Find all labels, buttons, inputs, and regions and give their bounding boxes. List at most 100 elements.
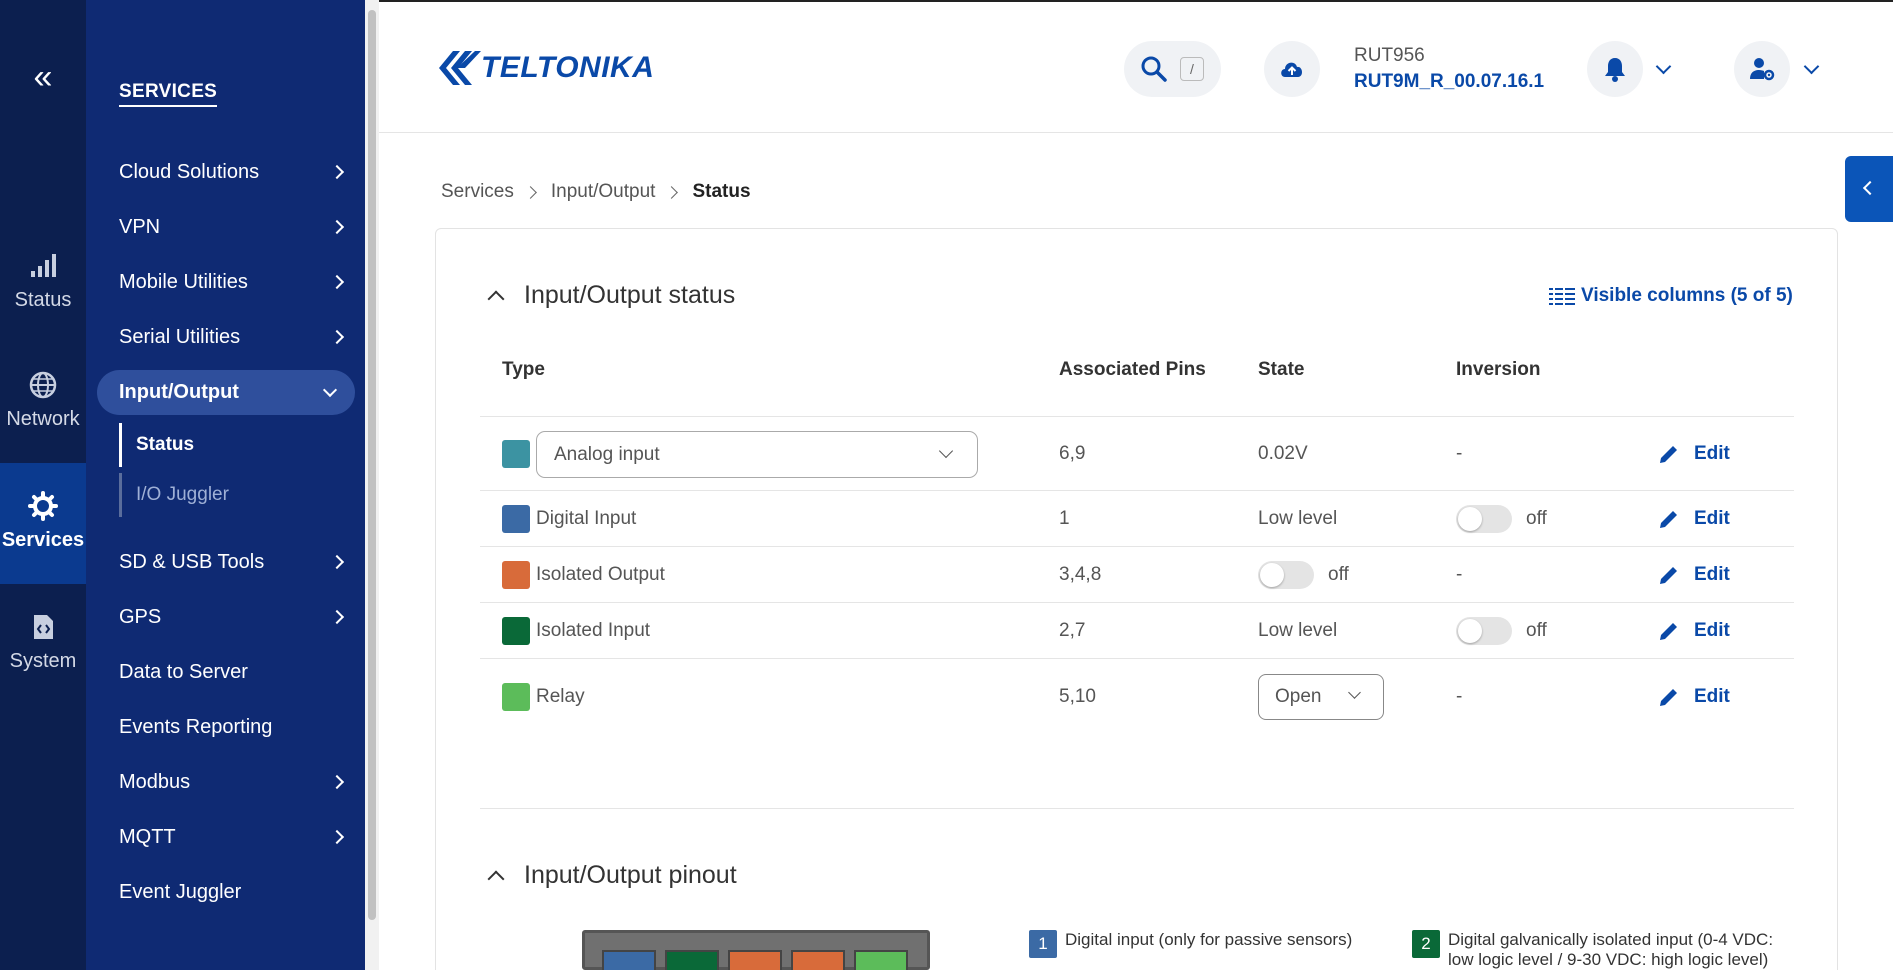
chevron-up-icon <box>487 290 505 307</box>
io-card: Input/Output status Visible columns (5 o… <box>435 228 1838 970</box>
sidebar-item-label: Data to Server <box>119 660 248 683</box>
sidebar-item-data-to-server[interactable]: Data to Server <box>119 650 354 694</box>
sidebar-item-label: Cloud Solutions <box>119 160 260 183</box>
color-swatch <box>502 682 530 711</box>
rail-item-system[interactable]: System <box>0 584 86 705</box>
sidebar-item-events-reporting[interactable]: Events Reporting <box>119 705 354 749</box>
sidebar-item-label: SD & USB Tools <box>119 550 265 573</box>
type-cell: Isolated Output <box>502 547 665 602</box>
section-title: Input/Output status <box>524 281 736 309</box>
color-swatch <box>502 616 530 645</box>
sidebar-item-label: Events Reporting <box>119 715 273 738</box>
sidebar-item-event-juggler[interactable]: Event Juggler <box>119 870 354 914</box>
side-panel-toggle[interactable] <box>1845 156 1893 222</box>
breadcrumb-separator-icon <box>523 185 537 199</box>
type-cell: Isolated Input <box>502 603 650 658</box>
search-button[interactable]: / <box>1124 41 1221 97</box>
edit-label: Edit <box>1694 685 1730 707</box>
user-menu-chevron-down-icon[interactable] <box>1803 58 1820 75</box>
scrollbar-thumb[interactable] <box>368 10 376 920</box>
type-label: Isolated Input <box>536 619 651 641</box>
pinout-legend-item: 2 Digital galvanically isolated input (0… <box>1412 930 1792 970</box>
chevron-right-icon <box>329 829 345 845</box>
type-cell: Digital Input <box>502 491 636 546</box>
search-icon <box>1141 56 1167 82</box>
io-status-header[interactable]: Input/Output status <box>487 281 736 310</box>
sidebar-item-gps[interactable]: GPS <box>119 595 354 639</box>
pins-cell: 5,10 <box>1059 685 1096 707</box>
edit-button[interactable]: Edit <box>1658 417 1730 490</box>
column-header-type[interactable]: Type <box>502 359 545 381</box>
relay-state-select[interactable]: Open <box>1258 674 1384 720</box>
chevron-up-icon <box>487 870 505 887</box>
table-row: Isolated Output 3,4,8 off - Edit <box>480 546 1794 602</box>
user-gear-icon <box>1750 58 1775 81</box>
pins-cell: 1 <box>1059 507 1070 529</box>
io-pinout-header[interactable]: Input/Output pinout <box>487 861 737 890</box>
type-label: Digital Input <box>536 507 637 529</box>
bell-icon <box>1605 58 1625 82</box>
edit-button[interactable]: Edit <box>1658 659 1730 734</box>
type-cell <box>502 417 530 490</box>
rail-item-status[interactable]: Status <box>0 221 86 342</box>
sidebar-item-label: VPN <box>119 215 161 238</box>
sidebar-subitem-label: I/O Juggler <box>136 484 229 505</box>
collapse-menu-icon[interactable]: « <box>0 60 86 94</box>
sidebar-item-mqtt[interactable]: MQTT <box>119 815 354 859</box>
firmware-upload-button[interactable] <box>1264 41 1320 97</box>
code-file-icon <box>34 615 53 639</box>
sidebar-item-mobile-utilities[interactable]: Mobile Utilities <box>119 260 354 304</box>
sidebar-item-vpn[interactable]: VPN <box>119 205 354 249</box>
state-cell: Low level <box>1258 507 1338 529</box>
pin-block <box>791 950 845 970</box>
edit-button[interactable]: Edit <box>1658 547 1730 602</box>
edit-button[interactable]: Edit <box>1658 603 1730 658</box>
notifications-chevron-down-icon[interactable] <box>1655 58 1672 75</box>
sidebar-item-serial-utilities[interactable]: Serial Utilities <box>119 315 354 359</box>
visible-columns-button[interactable]: Visible columns (5 of 5) <box>1549 285 1793 307</box>
rail-label: System <box>9 650 77 672</box>
teltonika-logo[interactable]: TELTONIKA <box>435 47 654 89</box>
sidebar-subitem-io-juggler[interactable]: I/O Juggler <box>119 473 229 517</box>
search-shortcut-key: / <box>1180 57 1204 81</box>
sidebar-scrollbar[interactable] <box>365 0 379 970</box>
sidebar-item-cloud-solutions[interactable]: Cloud Solutions <box>119 150 354 194</box>
notifications-button[interactable] <box>1587 41 1643 97</box>
state-cell: 0.02V <box>1258 442 1308 464</box>
edit-button[interactable]: Edit <box>1658 491 1730 546</box>
rail-item-network[interactable]: Network <box>0 342 86 463</box>
firmware-version-link[interactable]: RUT9M_R_00.07.16.1 <box>1354 71 1544 93</box>
inversion-toggle[interactable] <box>1456 616 1512 645</box>
user-settings-button[interactable] <box>1734 41 1790 97</box>
sidebar-item-modbus[interactable]: Modbus <box>119 760 354 804</box>
breadcrumb-current: Status <box>692 181 751 202</box>
analog-type-select[interactable]: Analog input <box>536 431 978 478</box>
table-row: Isolated Input 2,7 Low level off Edit <box>480 602 1794 658</box>
breadcrumb-input-output[interactable]: Input/Output <box>551 181 656 203</box>
pins-cell: 6,9 <box>1059 442 1086 464</box>
breadcrumb-separator-icon <box>665 185 679 199</box>
column-header-inversion[interactable]: Inversion <box>1456 359 1540 381</box>
sidebar-item-sd-usb-tools[interactable]: SD & USB Tools <box>119 540 354 584</box>
color-swatch <box>502 504 530 533</box>
column-header-state[interactable]: State <box>1258 359 1304 381</box>
columns-list-icon <box>1549 288 1575 305</box>
sidebar-item-label: Input/Output <box>119 381 239 403</box>
edit-label: Edit <box>1694 619 1730 641</box>
inversion-cell: - <box>1456 685 1463 707</box>
sidebar-subitem-status[interactable]: Status <box>119 423 194 467</box>
inversion-toggle[interactable] <box>1456 504 1512 533</box>
icon-rail: « Status Network Services System <box>0 0 86 970</box>
rail-item-services[interactable]: Services <box>0 463 86 584</box>
pins-cell: 3,4,8 <box>1059 563 1102 585</box>
section-divider <box>480 808 1794 809</box>
state-cell: Low level <box>1258 619 1338 641</box>
column-header-pins[interactable]: Associated Pins <box>1059 359 1206 381</box>
sidebar-item-input-output[interactable]: Input/Output <box>97 370 355 415</box>
rail-label: Network <box>6 408 80 430</box>
legend-text: Digital galvanically isolated input (0-4… <box>1448 930 1774 969</box>
top-header: TELTONIKA / RUT956 RUT9M_R_00.07.16.1 <box>379 0 1893 133</box>
breadcrumb-services[interactable]: Services <box>441 181 514 203</box>
visible-columns-label: Visible columns (5 of 5) <box>1581 285 1793 306</box>
output-state-toggle[interactable] <box>1258 560 1314 589</box>
